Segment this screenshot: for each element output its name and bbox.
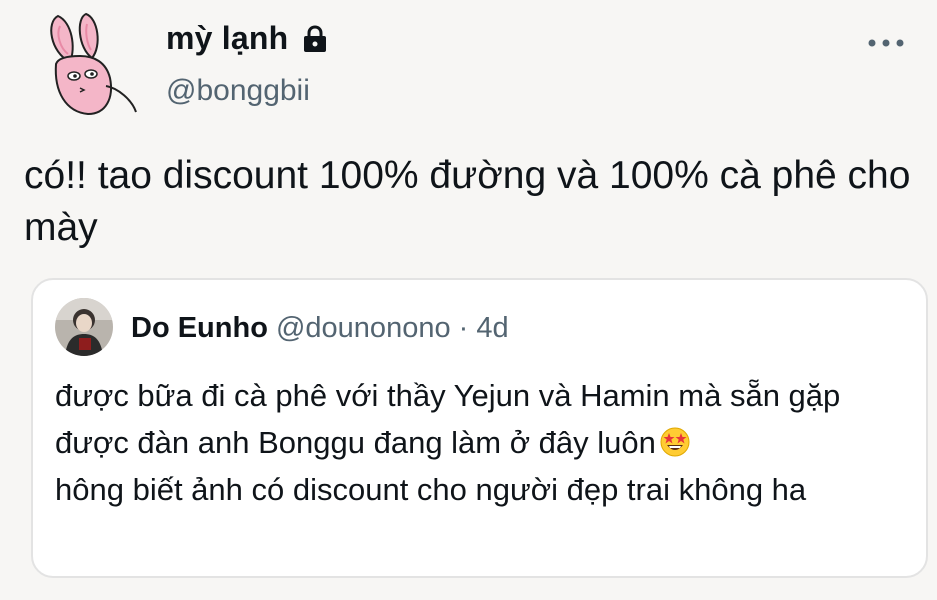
author-name-row: mỳ lạnh [166, 20, 328, 57]
quoted-author-name[interactable]: Do Eunho [131, 312, 268, 344]
profile-photo-avatar [55, 298, 113, 356]
tweet-text: có!! tao discount 100% đường và 100% cà … [24, 154, 911, 249]
star-struck-emoji [660, 427, 690, 457]
tweet: mỳ lạnh @bonggbii có!! tao discount 100%… [0, 0, 937, 600]
quoted-tweet-header: Do Eunho @dounonono · 4d [131, 312, 509, 345]
author-display-name[interactable]: mỳ lạnh [166, 20, 288, 57]
more-options-icon[interactable] [866, 36, 906, 50]
quoted-author-avatar[interactable] [55, 298, 113, 356]
quoted-tweet-card[interactable]: Do Eunho @dounonono · 4d được bữa đi cà … [31, 278, 928, 578]
quoted-author-handle[interactable]: @dounonono [276, 312, 451, 344]
pink-rabbit-avatar [50, 12, 137, 116]
quoted-text-before-emoji: được bữa đi cà phê với thầy Yejun và Ham… [55, 378, 841, 460]
quoted-text-after-emoji: hông biết ảnh có discount cho người đẹp … [55, 472, 807, 507]
author-handle[interactable]: @bonggbii [166, 74, 310, 108]
author-avatar[interactable] [36, 8, 146, 120]
header-separator: · [458, 312, 469, 344]
quoted-tweet-text: được bữa đi cà phê với thầy Yejun và Ham… [55, 372, 905, 513]
lock-icon [304, 24, 327, 52]
quoted-tweet-time[interactable]: 4d [476, 312, 508, 344]
